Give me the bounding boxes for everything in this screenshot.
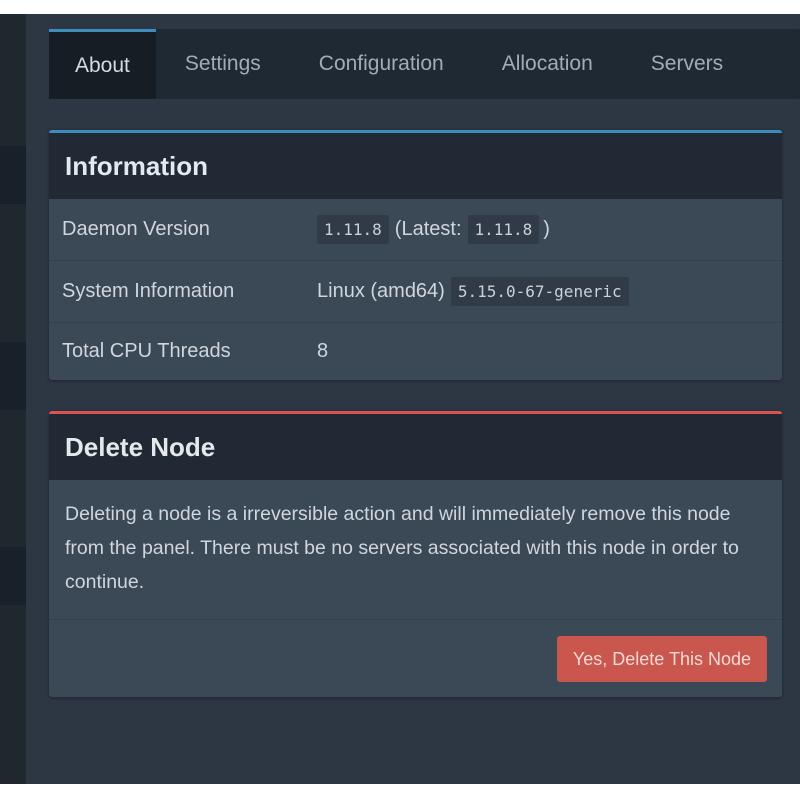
information-box: Information Daemon Version 1.11.8 (Lates… — [49, 130, 782, 380]
daemon-version-row: Daemon Version 1.11.8 (Latest: 1.11.8 ) — [49, 199, 782, 261]
delete-node-box: Delete Node Deleting a node is a irrever… — [49, 411, 782, 697]
tab-allocation[interactable]: Allocation — [473, 29, 622, 99]
system-information-value: Linux (amd64) 5.15.0-67-generic — [317, 277, 629, 306]
latest-version-code: 1.11.8 — [467, 215, 540, 244]
sidebar-item[interactable] — [0, 342, 26, 410]
kernel-code: 5.15.0-67-generic — [450, 277, 629, 306]
sidebar-item[interactable] — [0, 146, 26, 204]
system-information-label: System Information — [62, 280, 235, 302]
delete-node-footer: Yes, Delete This Node — [49, 619, 782, 697]
app-frame: About Settings Configuration Allocation … — [0, 14, 800, 784]
system-information-row: System Information Linux (amd64) 5.15.0-… — [49, 261, 782, 323]
sidebar-item[interactable] — [0, 547, 26, 605]
cpu-threads-row: Total CPU Threads 8 — [49, 323, 782, 380]
cpu-threads-value: 8 — [317, 340, 329, 362]
tab-settings[interactable]: Settings — [156, 29, 290, 99]
delete-node-button[interactable]: Yes, Delete This Node — [556, 636, 767, 682]
delete-node-title: Delete Node — [49, 414, 782, 480]
information-title: Information — [49, 133, 782, 199]
daemon-version-label: Daemon Version — [62, 218, 210, 240]
sidebar — [0, 14, 26, 784]
daemon-version-code: 1.11.8 — [317, 215, 389, 244]
latest-prefix: (Latest: — [394, 218, 462, 240]
tab-about[interactable]: About — [49, 29, 156, 99]
main-content: About Settings Configuration Allocation … — [26, 14, 800, 784]
cpu-threads-label: Total CPU Threads — [62, 340, 231, 362]
os-text: Linux (amd64) — [317, 280, 445, 302]
tab-configuration[interactable]: Configuration — [290, 29, 473, 99]
daemon-version-value: 1.11.8 (Latest: 1.11.8 ) — [317, 215, 550, 244]
delete-node-description: Deleting a node is a irreversible action… — [65, 503, 739, 593]
node-tabs: About Settings Configuration Allocation … — [49, 29, 800, 99]
latest-suffix: ) — [543, 218, 550, 240]
tab-servers[interactable]: Servers — [622, 29, 752, 99]
